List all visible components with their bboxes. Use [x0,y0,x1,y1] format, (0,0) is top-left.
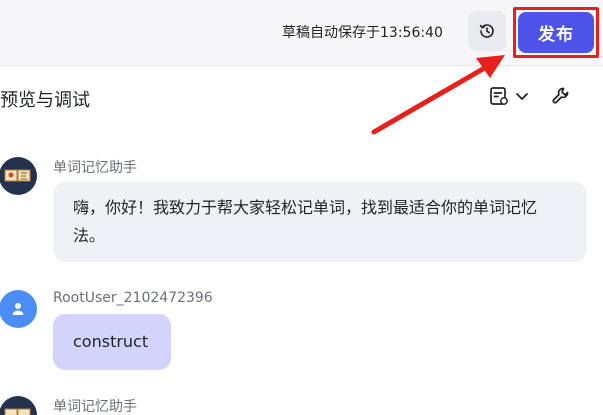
bot-avatar [0,396,37,415]
message-text: 嗨，你好！我致力于帮大家轻松记单词，找到最适合你的单词记忆法。 [73,198,538,245]
user-message-bubble: construct [53,314,171,370]
message-sender: RootUser_2102472396 [53,290,213,306]
document-dropdown[interactable] [488,85,530,107]
preview-title: 预览与调试 [0,90,90,111]
publish-button[interactable]: 发布 [518,12,594,53]
chevron-down-icon [516,93,528,100]
history-icon [479,24,494,38]
bot-avatar [0,157,37,195]
message-text: construct [73,332,149,351]
history-button[interactable] [468,11,506,51]
document-icon [490,87,508,105]
user-icon [12,303,24,315]
message-sender: 单词记忆助手 [53,399,137,415]
preview-toolbar [488,85,530,107]
bot-message-bubble: 嗨，你好！我致力于帮大家轻松记单词，找到最适合你的单词记忆法。 [53,182,587,262]
book-icon [4,408,31,415]
user-avatar [0,290,37,328]
settings-wrench-button[interactable] [550,85,572,111]
wrench-icon [552,87,569,104]
message-sender: 单词记忆助手 [53,160,137,176]
book-icon [4,169,31,182]
top-bar: 草稿自动保存于13:56:40 发布 [0,0,603,66]
autosave-status: 草稿自动保存于13:56:40 [282,25,443,41]
